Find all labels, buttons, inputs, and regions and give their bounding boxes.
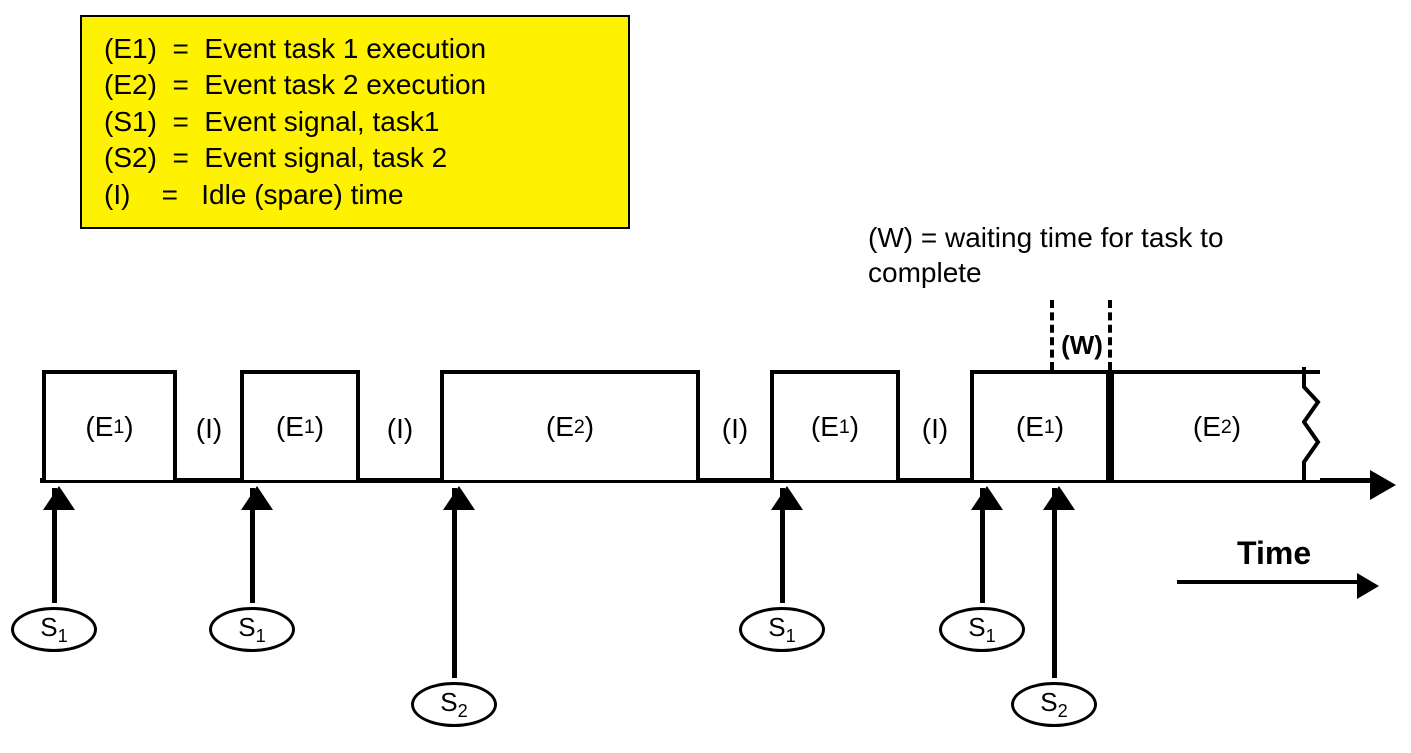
legend-row: (E1) = Event task 1 execution <box>104 31 606 67</box>
torn-edge-icon <box>1302 367 1322 482</box>
time-axis-label: Time <box>1237 535 1311 572</box>
signal-label-s1: S1 <box>939 607 1025 652</box>
signal-label-s1: S1 <box>209 607 295 652</box>
legend-row: (E2) = Event task 2 execution <box>104 67 606 103</box>
exec-block-e2: (E2) <box>440 370 700 480</box>
signal-label-s2: S2 <box>1011 682 1097 727</box>
legend-row: (I) = Idle (spare) time <box>104 177 606 213</box>
w-label: (W) <box>1061 330 1103 361</box>
w-marker-right <box>1108 300 1112 370</box>
signal-arrow <box>52 488 57 603</box>
exec-block-e1: (E1) <box>42 370 177 480</box>
legend-box: (E1) = Event task 1 execution (E2) = Eve… <box>80 15 630 229</box>
signal-arrow <box>780 488 785 603</box>
legend-row: (S1) = Event signal, task1 <box>104 104 606 140</box>
signal-arrow <box>250 488 255 603</box>
exec-block-e1: (E1) <box>770 370 900 480</box>
signal-arrow <box>980 488 985 603</box>
exec-block-e1: (E1) <box>240 370 360 480</box>
exec-block-e1: (E1) <box>970 370 1110 480</box>
time-direction-arrow <box>1177 580 1357 584</box>
signal-label-s2: S2 <box>411 682 497 727</box>
signal-arrow <box>452 488 457 678</box>
legend-row: (S2) = Event signal, task 2 <box>104 140 606 176</box>
waiting-time-caption: (W) = waiting time for task to complete <box>868 220 1398 290</box>
signal-label-s1: S1 <box>11 607 97 652</box>
idle-label: (I) <box>196 413 222 445</box>
idle-label: (I) <box>922 413 948 445</box>
signal-label-s1: S1 <box>739 607 825 652</box>
idle-label: (I) <box>387 413 413 445</box>
w-marker-left <box>1050 300 1054 370</box>
exec-block-e2: (E2) <box>1110 370 1320 480</box>
signal-arrow <box>1052 488 1057 678</box>
idle-label: (I) <box>722 413 748 445</box>
